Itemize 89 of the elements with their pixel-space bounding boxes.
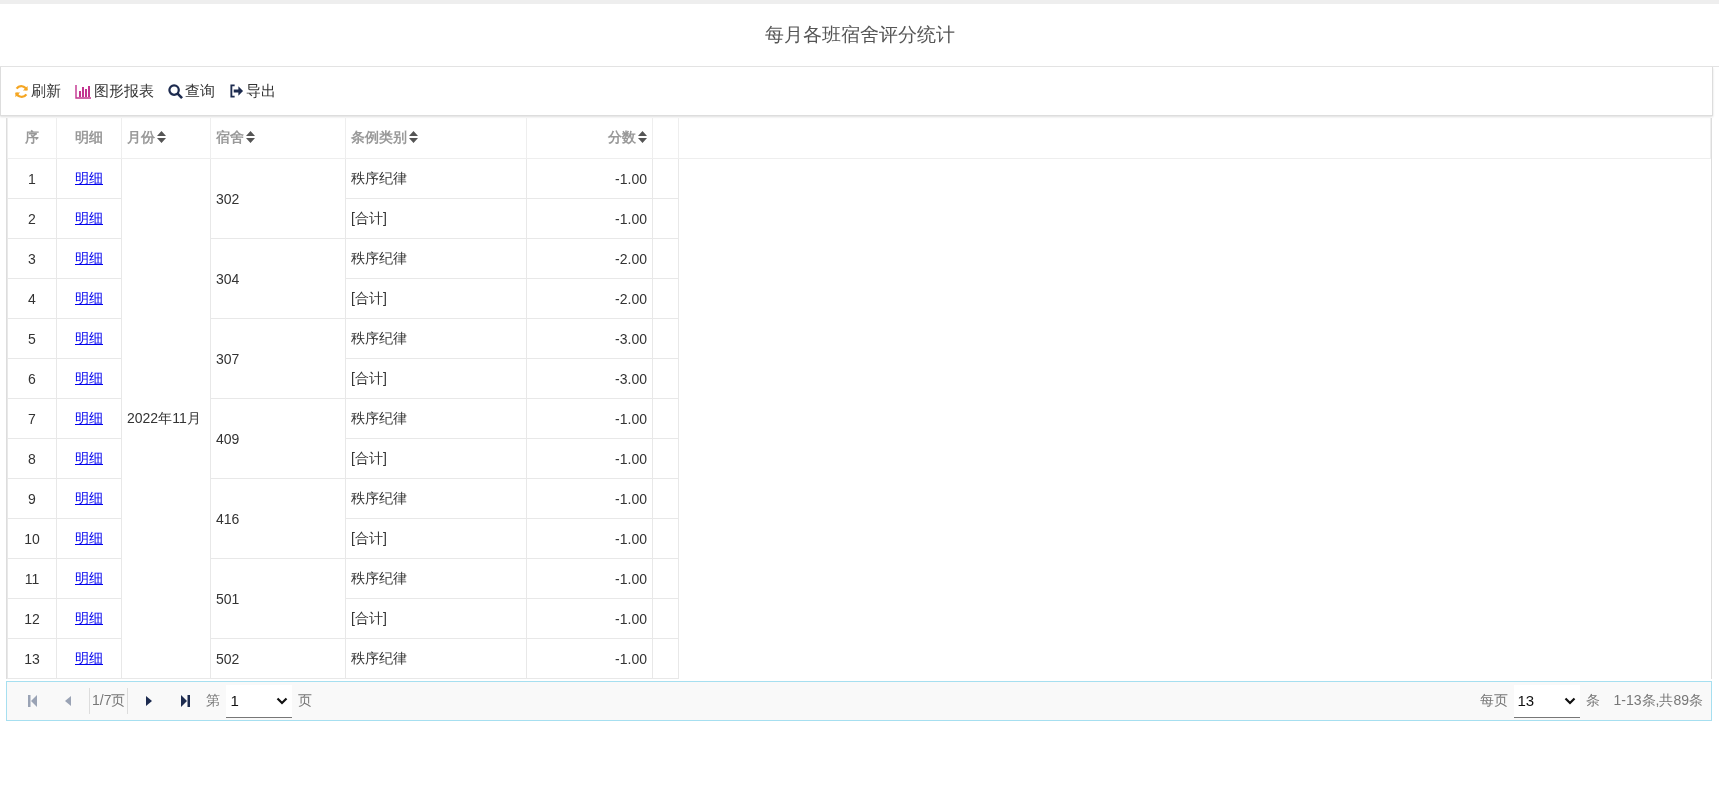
score-cell: -2.00 (526, 278, 653, 319)
category-cell: [合计] (345, 518, 527, 559)
detail-link[interactable]: 明细 (75, 529, 103, 546)
category-cell: [合计] (345, 358, 527, 399)
category-cell: [合计] (345, 438, 527, 479)
category-cell: 秩序纪律 (345, 638, 527, 679)
sort-icon (157, 131, 166, 143)
toolbar-button[interactable]: 刷新 (11, 79, 64, 103)
row-number: 6 (7, 358, 57, 399)
previous-page-icon (65, 696, 71, 706)
score-cell: -2.00 (526, 238, 653, 279)
per-page-select[interactable]: 13 (1513, 684, 1580, 718)
dorm-cell: 304 (210, 238, 346, 319)
row-number: 9 (7, 478, 57, 519)
dorm-cell: 501 (210, 558, 346, 639)
detail-link[interactable]: 明细 (75, 369, 103, 386)
category-cell: 秩序纪律 (345, 238, 527, 279)
detail-link[interactable]: 明细 (75, 329, 103, 346)
search-icon (168, 83, 183, 99)
category-cell: [合计] (345, 278, 527, 319)
score-cell: -1.00 (526, 438, 653, 479)
row-number: 5 (7, 318, 57, 359)
category-cell: 秩序纪律 (345, 158, 527, 199)
category-cell: 秩序纪律 (345, 398, 527, 439)
toolbar-button[interactable]: 导出 (226, 79, 279, 103)
detail-link[interactable]: 明细 (75, 249, 103, 266)
chevron-down-icon (1563, 696, 1576, 705)
row-number: 12 (7, 598, 57, 639)
score-cell: -1.00 (526, 198, 653, 239)
category-cell: [合计] (345, 598, 527, 639)
row-number: 10 (7, 518, 57, 559)
column-header: 明细 (56, 118, 122, 159)
detail-link[interactable]: 明细 (75, 569, 103, 586)
score-cell: -1.00 (526, 558, 653, 599)
record-summary: 1-13条,共89条 (1613, 692, 1703, 710)
refresh-icon (14, 83, 29, 99)
toolbar-button[interactable]: 图形报表 (72, 79, 157, 103)
dorm-cell: 307 (210, 318, 346, 399)
row-number: 1 (7, 158, 57, 199)
detail-link[interactable]: 明细 (75, 289, 103, 306)
per-page-label: 条 (1585, 692, 1600, 710)
dorm-cell: 302 (210, 158, 346, 239)
sort-icon (409, 131, 418, 143)
dorm-cell: 416 (210, 478, 346, 559)
first-page-icon (27, 695, 37, 707)
sort-icon (638, 131, 647, 143)
row-number: 3 (7, 238, 57, 279)
page-select[interactable]: 1 (226, 684, 293, 718)
detail-link[interactable]: 明细 (75, 489, 103, 506)
detail-link[interactable]: 明细 (75, 649, 103, 666)
score-cell: -3.00 (526, 318, 653, 359)
row-number: 7 (7, 398, 57, 439)
detail-link[interactable]: 明细 (75, 609, 103, 626)
score-cell: -1.00 (526, 598, 653, 639)
column-header: 序 (7, 118, 57, 159)
detail-link[interactable]: 明细 (75, 169, 103, 186)
detail-link[interactable]: 明细 (75, 449, 103, 466)
category-cell: 秩序纪律 (345, 478, 527, 519)
detail-link[interactable]: 明细 (75, 409, 103, 426)
row-number: 4 (7, 278, 57, 319)
score-cell: -3.00 (526, 358, 653, 399)
category-cell: 秩序纪律 (345, 558, 527, 599)
page-info: 1/7页 (89, 688, 129, 714)
month-cell: 2022年11月 (121, 158, 211, 679)
per-page-label: 每页 (1479, 692, 1508, 710)
score-cell: -1.00 (526, 478, 653, 519)
bar-chart-icon (75, 83, 92, 99)
toolbar-button[interactable]: 查询 (165, 79, 218, 103)
page-title: 每月各班宿舍评分统计 (764, 23, 955, 47)
score-cell: -1.00 (526, 158, 653, 199)
row-number: 11 (7, 558, 57, 599)
dorm-cell: 409 (210, 398, 346, 479)
last-page-icon (180, 695, 190, 707)
goto-label: 第 (206, 692, 221, 710)
score-cell: -1.00 (526, 518, 653, 559)
export-icon (229, 84, 244, 98)
row-number: 13 (7, 638, 57, 679)
goto-label: 页 (298, 692, 313, 710)
next-page-icon (146, 696, 153, 706)
category-cell: 秩序纪律 (345, 318, 527, 359)
dorm-cell: 502 (210, 638, 346, 679)
score-cell: -1.00 (526, 398, 653, 439)
category-cell: [合计] (345, 198, 527, 239)
row-number: 2 (7, 198, 57, 239)
sort-icon (246, 131, 255, 143)
row-number: 8 (7, 438, 57, 479)
score-cell: -1.00 (526, 638, 653, 679)
chevron-down-icon (276, 696, 289, 705)
detail-link[interactable]: 明细 (75, 209, 103, 226)
